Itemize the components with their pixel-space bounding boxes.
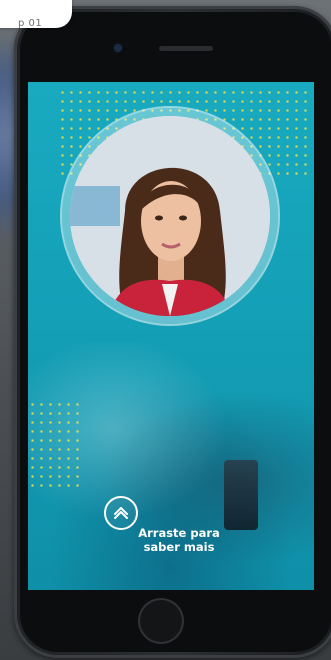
step-label: p 01 <box>18 18 43 29</box>
dot-pattern-left <box>28 400 80 490</box>
swipe-label-line2: saber mais <box>143 540 215 554</box>
presenter-avatar[interactable] <box>70 116 270 316</box>
presenter-portrait <box>70 116 270 316</box>
front-camera-icon <box>114 44 122 52</box>
chevron-up-icon <box>114 507 128 519</box>
phone-screen[interactable]: Arraste para saber mais <box>28 82 314 590</box>
earpiece-speaker <box>159 46 213 51</box>
stage: Arraste para saber mais p 01 <box>0 0 331 660</box>
swipe-label-line1: Arraste para <box>138 526 220 540</box>
home-button[interactable] <box>140 600 182 642</box>
swipe-up-button[interactable] <box>104 496 138 530</box>
swipe-up-cta[interactable]: Arraste para saber mais <box>104 496 244 576</box>
swipe-up-label: Arraste para saber mais <box>134 526 224 554</box>
